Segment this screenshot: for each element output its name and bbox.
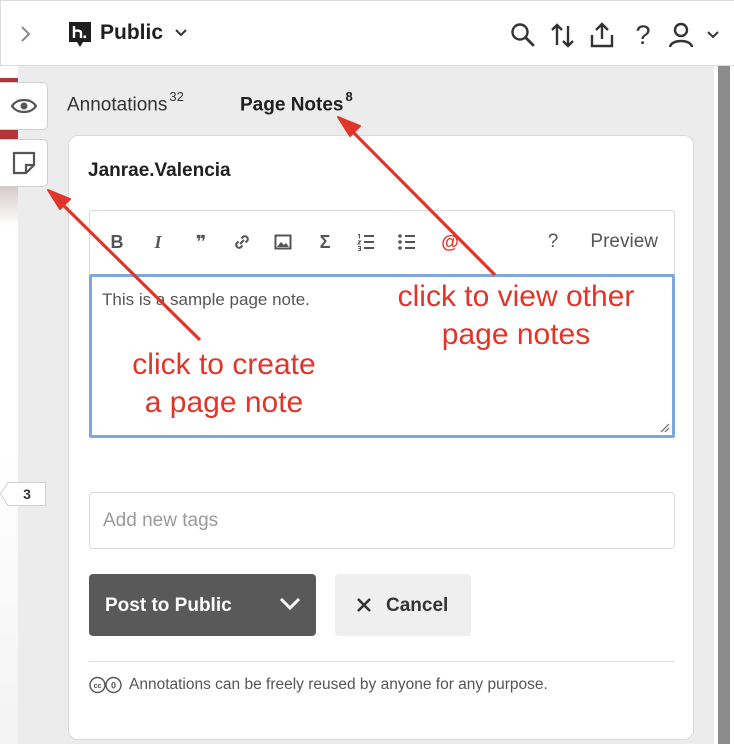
bold-glyph: B — [110, 231, 124, 252]
tab-annotations-count: 32 — [169, 89, 184, 104]
svg-text:0: 0 — [111, 681, 116, 691]
callout-view-page-notes: click to view other page notes — [378, 278, 654, 354]
hypothesis-logo[interactable] — [69, 22, 91, 48]
callout-create-page-note: click to create a page note — [108, 346, 340, 422]
scrollbar-thumb[interactable] — [718, 66, 730, 744]
numbered-list-icon — [356, 233, 374, 252]
bullet-list-icon — [398, 234, 415, 250]
italic-button[interactable]: I — [147, 231, 169, 253]
cancel-button-label: Cancel — [386, 595, 449, 616]
eye-icon — [10, 98, 37, 114]
mention-button[interactable]: @ — [439, 231, 461, 253]
post-button-label: Post to Public — [105, 595, 232, 616]
italic-glyph: I — [154, 231, 162, 252]
creative-commons-icon[interactable]: cc 0 — [89, 676, 123, 694]
bucket-count-badge[interactable]: 3 — [0, 482, 46, 506]
user-menu-chevron-down-icon[interactable] — [703, 21, 723, 49]
license-text: Annotations can be freely reused by anyo… — [129, 676, 548, 693]
cancel-button[interactable]: Cancel — [335, 574, 471, 636]
quote-glyph: ❞ — [195, 231, 207, 252]
image-icon — [274, 234, 292, 250]
sidebar-topbar: Public ? — [0, 0, 734, 66]
group-name[interactable]: Public — [100, 21, 163, 45]
tab-annotations-label: Annotations — [67, 94, 168, 116]
page-highlight-fade — [0, 186, 18, 226]
bucket-count: 3 — [23, 486, 31, 502]
help-icon[interactable]: ? — [629, 19, 657, 50]
collapse-sidebar-button[interactable] — [13, 19, 37, 49]
new-page-note-button[interactable] — [0, 139, 48, 187]
image-button[interactable] — [272, 231, 294, 253]
numbered-list-button[interactable] — [355, 231, 377, 253]
show-highlights-button[interactable] — [0, 82, 48, 130]
tab-page-notes[interactable]: Page Notes 8 — [240, 89, 353, 116]
help-glyph: ? — [547, 231, 559, 252]
note-icon — [12, 151, 35, 175]
quote-button[interactable]: ❞ — [190, 231, 212, 253]
tab-annotations[interactable]: Annotations 32 — [67, 89, 184, 116]
bullet-list-button[interactable] — [396, 231, 418, 253]
markdown-toolbar: B I ❞ Σ @ ? Preview — [89, 210, 675, 274]
callout-create-line2: a page note — [144, 386, 304, 419]
post-to-public-button[interactable]: Post to Public — [89, 574, 316, 636]
callout-view-line2: page notes — [441, 318, 591, 351]
license-notice: cc 0 Annotations can be freely reused by… — [89, 676, 548, 694]
callout-view-line1: click to view other — [397, 280, 635, 313]
svg-text:cc: cc — [94, 683, 102, 690]
page-note-text: This is a sample page note. — [102, 290, 310, 309]
callout-create-line1: click to create — [132, 348, 316, 381]
mention-glyph: @ — [441, 231, 459, 252]
sort-icon[interactable] — [549, 21, 577, 49]
username[interactable]: Janrae.Valencia — [88, 160, 231, 182]
math-button[interactable]: Σ — [314, 231, 336, 253]
bold-button[interactable]: B — [106, 231, 128, 253]
help-button[interactable]: ? — [542, 231, 564, 253]
chevron-right-icon — [21, 26, 31, 42]
chevron-down-icon[interactable] — [173, 25, 189, 41]
tags-input[interactable]: Add new tags — [89, 492, 675, 549]
chevron-down-icon[interactable] — [278, 594, 302, 614]
link-icon — [235, 235, 249, 249]
page-note-card: Janrae.Valencia B I ❞ Σ @ ? Preview This… — [68, 135, 694, 740]
sigma-glyph: Σ — [319, 231, 331, 252]
resize-handle-icon[interactable] — [658, 421, 670, 433]
tab-page-notes-label: Page Notes — [240, 94, 344, 116]
preview-button[interactable]: Preview — [590, 231, 658, 253]
help-glyph: ? — [635, 19, 651, 50]
share-icon[interactable] — [588, 21, 616, 49]
link-button[interactable] — [231, 231, 253, 253]
close-icon — [357, 598, 371, 612]
tab-page-notes-count: 8 — [345, 89, 353, 104]
search-icon[interactable] — [509, 21, 537, 49]
user-icon[interactable] — [667, 21, 695, 49]
card-divider — [89, 661, 675, 662]
